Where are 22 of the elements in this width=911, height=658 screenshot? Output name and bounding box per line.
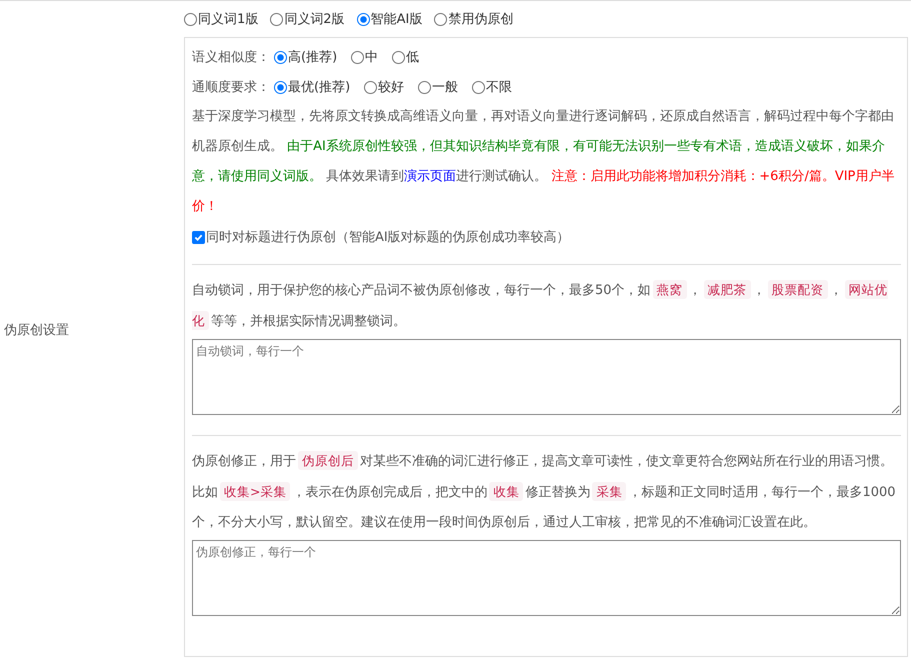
radio-option[interactable]: 同义词1版 <box>184 10 258 28</box>
radio-option[interactable]: 一般 <box>418 78 458 96</box>
radio-option[interactable]: 中 <box>351 48 378 66</box>
demo-page-link[interactable]: 演示页面 <box>404 169 456 184</box>
radio-option[interactable]: 同义词2版 <box>270 10 345 28</box>
option-label: 语义相似度： <box>192 49 270 66</box>
radio-option[interactable]: 智能AI版 <box>356 10 422 28</box>
section-label: 伪原创设置 <box>4 322 69 338</box>
radio-option[interactable]: 低 <box>392 48 420 66</box>
radio-option[interactable]: 高(推荐) <box>274 48 338 66</box>
corrections-field[interactable]: 伪原创修正，每行一个 <box>192 540 901 616</box>
radio-option[interactable]: 不限 <box>472 78 512 96</box>
radio-option[interactable]: 禁用伪原创 <box>434 10 514 28</box>
radio-option[interactable]: 最优(推荐) <box>274 78 350 96</box>
title-checkbox[interactable]: 同时对标题进行伪原创（智能AI版对标题的伪原创成功率较高） <box>192 222 901 252</box>
lock-words-description: 自动锁词，用于保护您的核心产品词不被伪原创修改，每行一个，最多50个，如 燕窝 ， 减肥茶 ， 股票配资 ， 网站优化 等等，并根据实际情况调整锁词。 <box>192 279 889 332</box>
corrections-description: 伪原创修正，用于 伪原创后 对某些不准确的词汇进行修正，提高文章可读性，使文章更符合您网站所在行业的用语习惯。比如 收集>采集 ，表示在伪原创完成后，把文中的 收集 修正替换为 采集 ，标题和正文同时适用，每行一个，最多1000个，不分大小写，默认留空。建议在使用一段时间伪原创后，通过人工审核，把常见的不准确词汇设置在此。 <box>192 450 897 532</box>
ai-description: 基于深度学习模型，先将原文转换成高维语义向量，再对语义向量进行逐词解码，还原成自然语言，解码过程中每个字都由机器原创生成。 由于AI系统原创性较强，但其知识结构毕竟有限，有可能无法识别一些专有术语，造成语义破坏，如果介意，请使用同义词版。 具体效果请到演示页面进行测试确认。 注意：启用此功能将增加积分消耗：+6积分/篇。VIP用户半价！ <box>192 108 896 216</box>
option-label: 通顺度要求： <box>192 79 270 96</box>
lock-words-field[interactable]: 自动锁词，每行一个 <box>192 339 901 415</box>
checkmark-icon <box>194 232 203 242</box>
radio-option[interactable]: 较好 <box>364 78 404 96</box>
